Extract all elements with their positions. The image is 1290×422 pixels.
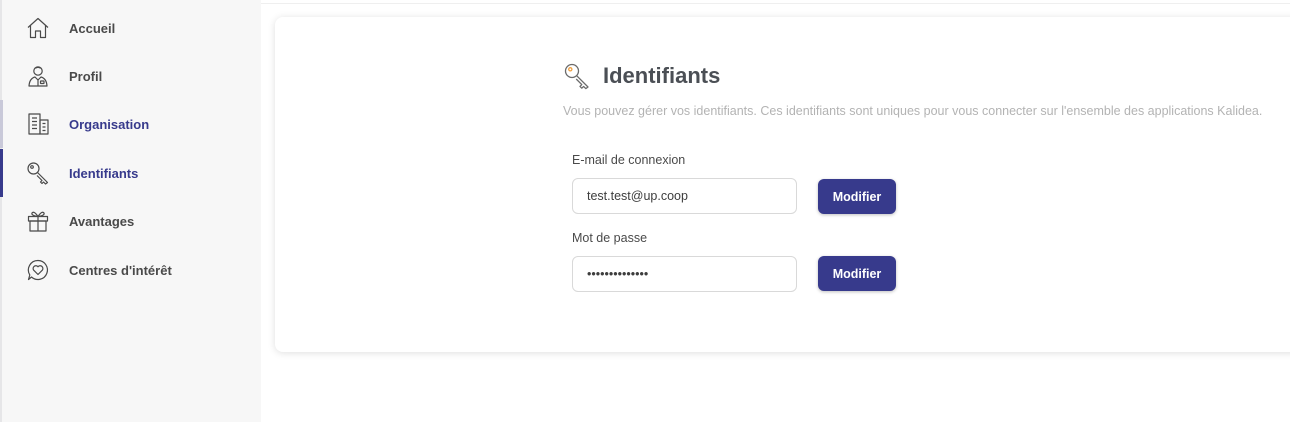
sidebar-item-identifiants[interactable]: Identifiants (0, 149, 261, 197)
sidebar-item-label: Avantages (69, 213, 135, 229)
page-description: Vous pouvez gérer vos identifiants. Ces … (563, 104, 1263, 118)
modify-password-button[interactable]: Modifier (818, 256, 896, 291)
page-title: Identifiants (603, 63, 721, 88)
user-badge-icon (24, 62, 52, 90)
sidebar-item-centres-interet[interactable]: Centres d'intérêt (2, 246, 261, 294)
sidebar-item-avantages[interactable]: Avantages (2, 197, 261, 245)
password-field[interactable] (572, 256, 797, 292)
gift-icon (24, 207, 52, 235)
email-field[interactable] (572, 178, 797, 214)
sidebar-rail (0, 100, 3, 148)
home-icon (24, 14, 52, 42)
modify-email-button[interactable]: Modifier (818, 179, 896, 214)
top-divider (261, 3, 1290, 4)
sidebar-item-profil[interactable]: Profil (2, 52, 261, 100)
sidebar-item-label: Accueil (69, 20, 116, 36)
heart-chat-icon (24, 256, 52, 284)
sidebar-rail (0, 246, 3, 294)
sidebar-item-label: Identifiants (69, 165, 139, 181)
sidebar-rail (0, 52, 3, 100)
card-header: Identifiants (562, 61, 720, 91)
sidebar-item-accueil[interactable]: Accueil (2, 4, 261, 52)
sidebar-rail-active (0, 149, 3, 197)
sidebar-rail (0, 4, 3, 52)
sidebar: Accueil Profil Organisation Identifiants… (0, 0, 261, 422)
page: Accueil Profil Organisation Identifiants… (0, 0, 1290, 422)
sidebar-item-label: Organisation (69, 116, 150, 132)
building-icon (24, 110, 52, 138)
key-icon (562, 61, 592, 91)
sidebar-item-organisation[interactable]: Organisation (0, 100, 261, 148)
sidebar-item-label: Centres d'intérêt (69, 262, 172, 278)
sidebar-rail (0, 197, 3, 245)
credentials-card: Identifiants Vous pouvez gérer vos ident… (275, 17, 1290, 352)
key-icon (24, 159, 52, 187)
email-label: E-mail de connexion (572, 153, 686, 167)
password-label: Mot de passe (572, 231, 648, 245)
sidebar-item-label: Profil (69, 68, 103, 84)
